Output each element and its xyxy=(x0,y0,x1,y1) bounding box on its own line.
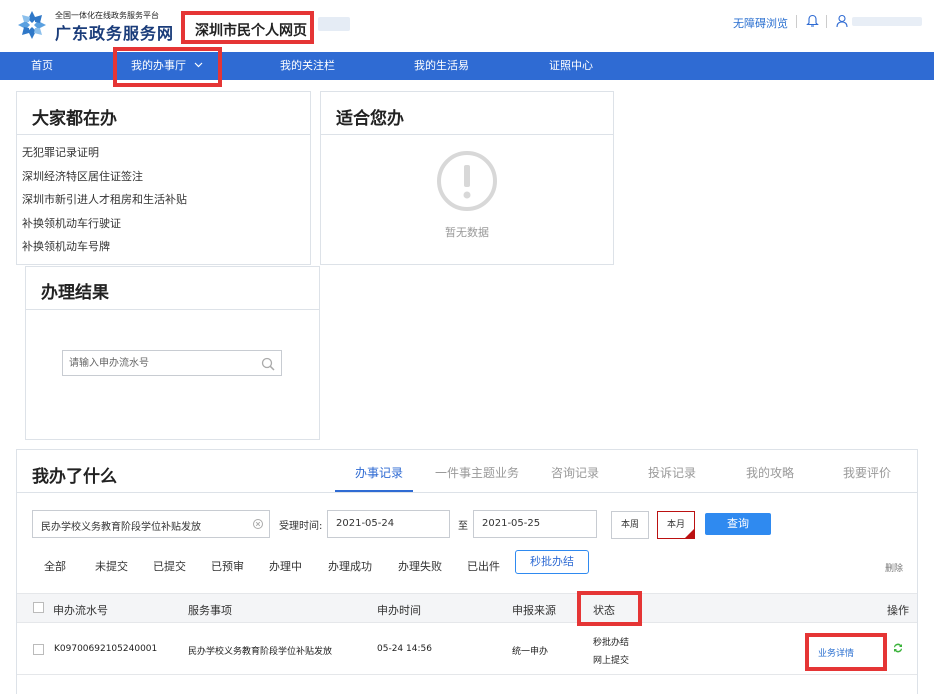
query-button[interactable]: 查询 xyxy=(705,513,771,535)
row-submit-method: 网上提交 xyxy=(593,656,630,666)
row-checkbox[interactable] xyxy=(33,644,44,655)
nav-item-license[interactable]: 证照中心 xyxy=(549,52,593,80)
column-header: 操作 xyxy=(887,604,909,617)
status-tab-submitted[interactable]: 已提交 xyxy=(153,558,186,574)
this-month-button[interactable]: 本月 xyxy=(657,511,695,539)
time-label: 受理时间: xyxy=(279,521,323,532)
this-month-label: 本月 xyxy=(666,520,685,530)
site-title-highlight: 深圳市民个人网页 xyxy=(181,11,314,44)
search-icon[interactable] xyxy=(261,357,275,371)
popular-services-card: 大家都在办 无犯罪记录证明 深圳经济特区居住证签注 深圳市新引进人才租房和生活补… xyxy=(16,91,311,265)
status-tab-unsubmitted[interactable]: 未提交 xyxy=(95,558,128,574)
start-date-value: 2021-05-24 xyxy=(336,518,395,529)
status-tab-instant-approval[interactable]: 秒批办结 xyxy=(515,550,589,574)
business-detail-link[interactable]: 业务详情 xyxy=(818,646,854,659)
status-tab-issued[interactable]: 已出件 xyxy=(467,558,500,574)
column-header: 申办时间 xyxy=(377,604,421,617)
card-title: 大家都在办 xyxy=(32,109,117,129)
header-divider xyxy=(826,15,827,28)
user-icon[interactable] xyxy=(836,14,848,28)
row-service: 民办学校义务教育阶段学位补贴发放 xyxy=(188,647,333,657)
refresh-icon[interactable] xyxy=(892,642,904,654)
status-tab-processing[interactable]: 办理中 xyxy=(269,558,302,574)
card-title: 适合您办 xyxy=(336,109,404,129)
logo-title[interactable]: 广东政务服务网 xyxy=(55,20,174,44)
serial-search-input[interactable] xyxy=(69,355,249,371)
delete-link[interactable]: 删除 xyxy=(885,561,903,574)
detail-highlight: 业务详情 xyxy=(805,633,887,671)
card-divider xyxy=(17,492,917,493)
result-card: 办理结果 xyxy=(25,266,320,440)
site-header: 全国一体化在线政务服务平台 广东政务服务网 深圳市民个人网页 无障碍浏览 xyxy=(0,0,934,52)
blurred-region xyxy=(318,17,350,31)
row-serial: K09700692105240001 xyxy=(54,644,158,654)
serial-search-box xyxy=(62,350,282,376)
nav-item-life[interactable]: 我的生活易 xyxy=(414,52,469,80)
status-tab-success[interactable]: 办理成功 xyxy=(328,558,372,574)
row-time: 05-24 14:56 xyxy=(377,644,432,654)
popular-service-item[interactable]: 补换领机动车行驶证 xyxy=(22,215,121,231)
records-card: 我办了什么 办事记录 一件事主题业务 咨询记录 投诉记录 我的攻略 我要评价 民… xyxy=(16,449,918,694)
service-filter-value: 民办学校义务教育阶段学位补贴发放 xyxy=(41,522,201,533)
start-date-input[interactable]: 2021-05-24 xyxy=(327,510,450,538)
tab-complaint[interactable]: 投诉记录 xyxy=(648,464,696,481)
end-date-value: 2021-05-25 xyxy=(482,518,541,529)
card-divider xyxy=(26,309,319,310)
accessibility-link[interactable]: 无障碍浏览 xyxy=(733,15,788,31)
column-header: 申报来源 xyxy=(512,604,556,617)
row-status: 秒批办结 xyxy=(593,638,630,648)
service-filter-input[interactable]: 民办学校义务教育阶段学位补贴发放 xyxy=(32,510,270,538)
card-title: 我办了什么 xyxy=(32,467,117,487)
end-date-input[interactable]: 2021-05-25 xyxy=(473,510,597,538)
card-title: 办理结果 xyxy=(41,283,109,303)
tab-theme-business[interactable]: 一件事主题业务 xyxy=(435,464,519,481)
row-divider xyxy=(17,674,917,675)
nav-item-follow[interactable]: 我的关注栏 xyxy=(280,52,335,80)
status-tab-prereviewed[interactable]: 已预审 xyxy=(211,558,244,574)
tab-evaluate[interactable]: 我要评价 xyxy=(843,464,891,481)
column-header: 申办流水号 xyxy=(53,604,108,617)
status-column-highlight xyxy=(577,591,642,626)
empty-exclamation-icon xyxy=(437,151,497,211)
bell-icon[interactable] xyxy=(806,14,819,28)
this-week-button[interactable]: 本周 xyxy=(611,511,649,539)
popular-service-item[interactable]: 无犯罪记录证明 xyxy=(22,144,99,160)
table-header: 申办流水号 服务事项 申办时间 申报来源 状态 操作 xyxy=(17,593,917,623)
card-divider xyxy=(321,134,613,135)
select-all-checkbox[interactable] xyxy=(33,602,44,613)
tab-consult[interactable]: 咨询记录 xyxy=(551,464,599,481)
header-divider xyxy=(796,15,797,28)
nav-item-home[interactable]: 首页 xyxy=(31,52,53,80)
popular-service-item[interactable]: 补换领机动车号牌 xyxy=(22,238,110,254)
tab-records[interactable]: 办事记录 xyxy=(355,464,403,481)
to-label: 至 xyxy=(458,521,468,532)
tab-guide[interactable]: 我的攻略 xyxy=(746,464,794,481)
popular-service-item[interactable]: 深圳经济特区居住证签注 xyxy=(22,168,143,184)
column-header: 服务事项 xyxy=(188,604,232,617)
popular-service-item[interactable]: 深圳市新引进人才租房和生活补贴 xyxy=(22,191,187,207)
site-title: 深圳市民个人网页 xyxy=(195,23,307,39)
nav-highlight xyxy=(113,47,222,87)
logo-icon[interactable] xyxy=(16,9,48,41)
status-tab-failed[interactable]: 办理失败 xyxy=(398,558,442,574)
empty-text: 暂无数据 xyxy=(445,226,489,239)
row-source: 统一申办 xyxy=(512,647,549,657)
card-divider xyxy=(17,134,310,135)
selected-corner-icon xyxy=(685,529,694,538)
username-blurred[interactable] xyxy=(852,17,922,26)
clear-icon[interactable] xyxy=(253,519,263,529)
recommended-card: 适合您办 暂无数据 xyxy=(320,91,614,265)
status-tab-all[interactable]: 全部 xyxy=(44,558,66,574)
